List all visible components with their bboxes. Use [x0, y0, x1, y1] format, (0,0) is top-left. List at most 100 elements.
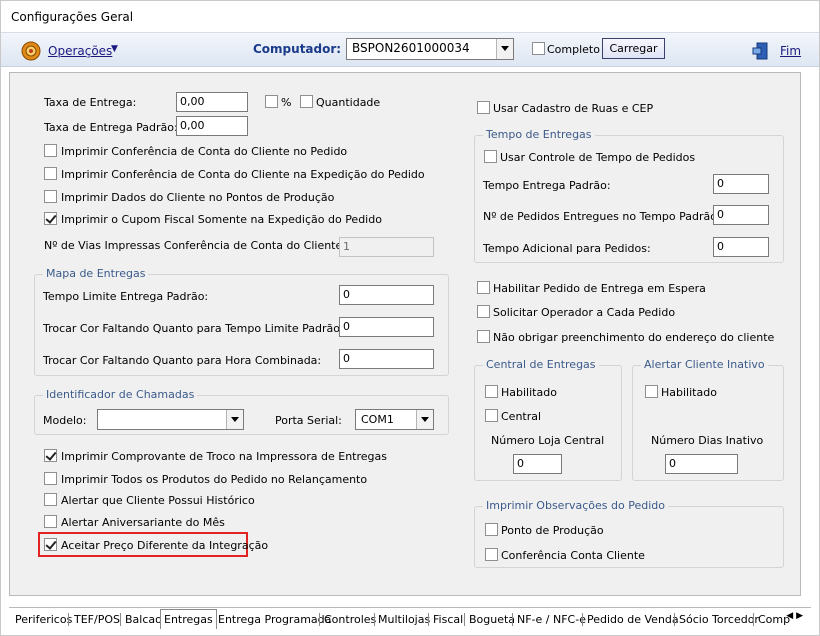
- print-check-dispatch-checkbox[interactable]: [44, 167, 57, 180]
- chevron-down-icon[interactable]: [416, 410, 433, 429]
- serial-port-label: Porta Serial:: [275, 414, 342, 427]
- exit-button[interactable]: Fim: [780, 44, 801, 58]
- tab-scroll-buttons: ◀ ▶: [786, 611, 803, 621]
- window-title: Configurações Geral: [11, 10, 134, 24]
- computer-value: BSPON2601000034: [352, 41, 470, 55]
- title-bar: Configurações Geral: [1, 1, 819, 32]
- tab-separator: [582, 613, 583, 626]
- time-limit-label: Tempo Limite Entrega Padrão:: [43, 290, 209, 303]
- delivery-map-group: Mapa de Entregas Tempo Limite Entrega Pa…: [34, 267, 449, 376]
- tab-socio-torcedor[interactable]: Sócio Torcedor: [679, 611, 759, 628]
- store-number-input[interactable]: 0: [513, 454, 562, 474]
- tab-nfe[interactable]: NF-e / NFC-e: [517, 611, 586, 628]
- time-limit-input[interactable]: 0: [339, 285, 434, 305]
- tab-fiscal[interactable]: Fiscal: [433, 611, 463, 628]
- waiting-order-label: Habilitar Pedido de Entrega em Espera: [493, 282, 706, 295]
- default-fee-input[interactable]: 0,00: [176, 116, 248, 136]
- color-combined-input[interactable]: 0: [339, 349, 434, 369]
- accept-price-checkbox[interactable]: [44, 538, 57, 551]
- tab-bogueta[interactable]: Bogueta: [469, 611, 515, 628]
- tab-balcao[interactable]: Balcao: [125, 611, 162, 628]
- complete-checkbox[interactable]: [532, 42, 545, 55]
- central-checkbox[interactable]: [485, 409, 498, 422]
- operations-menu[interactable]: Operações: [48, 44, 112, 58]
- account-check-label: Conferência Conta Cliente: [501, 549, 645, 562]
- tab-entrega-programada[interactable]: Entrega Programada: [218, 611, 331, 628]
- tab-tef-pos[interactable]: TEF/POS: [74, 611, 120, 628]
- additional-time-input[interactable]: 0: [713, 237, 769, 257]
- print-fiscal-coupon-label: Imprimir o Cupom Fiscal Somente na Exped…: [61, 213, 382, 226]
- delivery-map-title: Mapa de Entregas: [43, 267, 149, 280]
- serial-port-select[interactable]: COM1: [355, 409, 434, 430]
- copies-label: Nº de Vias Impressas Conferência de Cont…: [44, 239, 346, 252]
- print-change-receipt-checkbox[interactable]: [44, 449, 57, 462]
- color-limit-label: Trocar Cor Faltando Quanto para Tempo Li…: [43, 322, 344, 335]
- print-client-data-label: Imprimir Dados do Cliente no Pontos de P…: [61, 191, 335, 204]
- print-check-dispatch-label: Imprimir Conferência de Conta do Cliente…: [61, 168, 425, 181]
- production-point-checkbox[interactable]: [485, 523, 498, 536]
- tab-separator: [319, 613, 320, 626]
- exit-door-icon[interactable]: [751, 41, 773, 61]
- central-enabled-checkbox[interactable]: [485, 385, 498, 398]
- alert-birthday-checkbox[interactable]: [44, 515, 57, 528]
- account-check-checkbox[interactable]: [485, 548, 498, 561]
- default-time-input[interactable]: 0: [713, 174, 769, 194]
- print-all-products-checkbox[interactable]: [44, 472, 57, 485]
- print-client-data-checkbox[interactable]: [44, 190, 57, 203]
- tab-pedido-venda[interactable]: Pedido de Venda: [587, 611, 679, 628]
- gear-icon[interactable]: [20, 40, 42, 62]
- percent-checkbox[interactable]: [265, 95, 278, 108]
- chevron-left-icon[interactable]: ◀: [786, 611, 793, 621]
- settings-panel: Taxa de Entrega: 0,00 % Quantidade Taxa …: [9, 72, 801, 596]
- tab-comp[interactable]: Comp: [758, 611, 790, 628]
- print-check-order-checkbox[interactable]: [44, 144, 57, 157]
- inactive-enabled-checkbox[interactable]: [645, 385, 658, 398]
- quantity-checkbox[interactable]: [300, 95, 313, 108]
- tab-separator: [464, 613, 465, 626]
- alert-history-checkbox[interactable]: [44, 493, 57, 506]
- additional-time-label: Tempo Adicional para Pedidos:: [483, 242, 651, 255]
- production-point-label: Ponto de Produção: [501, 524, 604, 537]
- ask-operator-label: Solicitar Operador a Cada Pedido: [493, 306, 676, 319]
- percent-label: %: [281, 96, 292, 109]
- serial-port-value: COM1: [361, 413, 394, 426]
- default-time-label: Tempo Entrega Padrão:: [483, 179, 611, 192]
- tab-separator: [428, 613, 429, 626]
- print-fiscal-coupon-checkbox[interactable]: [44, 212, 57, 225]
- tab-perifericos[interactable]: Perifericos: [15, 611, 72, 628]
- fee-input[interactable]: 0,00: [176, 92, 248, 112]
- tab-controles[interactable]: Controles: [324, 611, 376, 628]
- orders-in-time-label: Nº de Pedidos Entregues no Tempo Padrão:: [483, 210, 721, 223]
- delivery-central-title: Central de Entregas: [483, 358, 599, 371]
- copies-input[interactable]: 1: [339, 237, 434, 257]
- color-limit-input[interactable]: 0: [339, 317, 434, 337]
- chevron-down-icon[interactable]: [496, 39, 513, 59]
- model-select[interactable]: [97, 409, 244, 430]
- orders-in-time-input[interactable]: 0: [713, 205, 769, 225]
- chevron-right-icon[interactable]: ▶: [796, 611, 803, 621]
- computer-select[interactable]: BSPON2601000034: [346, 38, 514, 60]
- chevron-down-icon[interactable]: ▼: [111, 44, 118, 54]
- no-address-required-label: Não obrigar preenchimento do endereço do…: [493, 331, 775, 344]
- store-number-label: Número Loja Central: [491, 434, 605, 447]
- alert-birthday-label: Alertar Aniversariante do Mês: [61, 516, 225, 529]
- order-notes-group: Imprimir Observações do Pedido Ponto de …: [474, 499, 784, 568]
- color-combined-label: Trocar Cor Faltando Quanto para Hora Com…: [43, 354, 322, 367]
- street-register-checkbox[interactable]: [477, 101, 490, 114]
- waiting-order-checkbox[interactable]: [477, 281, 490, 294]
- use-time-control-checkbox[interactable]: [484, 150, 497, 163]
- tab-entregas[interactable]: Entregas: [160, 609, 217, 629]
- inactive-enabled-label: Habilitado: [661, 386, 717, 399]
- alert-history-label: Alertar que Cliente Possui Histórico: [61, 494, 255, 507]
- caller-id-group: Identificador de Chamadas Modelo: Porta …: [34, 388, 449, 435]
- tab-multilojas[interactable]: Multilojas: [378, 611, 430, 628]
- inactive-days-label: Número Dias Inativo: [651, 434, 764, 447]
- no-address-required-checkbox[interactable]: [477, 330, 490, 343]
- central-enabled-label: Habilitado: [501, 386, 557, 399]
- print-all-products-label: Imprimir Todos os Produtos do Pedido no …: [61, 473, 368, 486]
- load-button[interactable]: Carregar: [602, 38, 665, 59]
- tab-separator: [753, 613, 754, 626]
- ask-operator-checkbox[interactable]: [477, 305, 490, 318]
- chevron-down-icon[interactable]: [226, 410, 243, 429]
- inactive-days-input[interactable]: 0: [665, 454, 738, 474]
